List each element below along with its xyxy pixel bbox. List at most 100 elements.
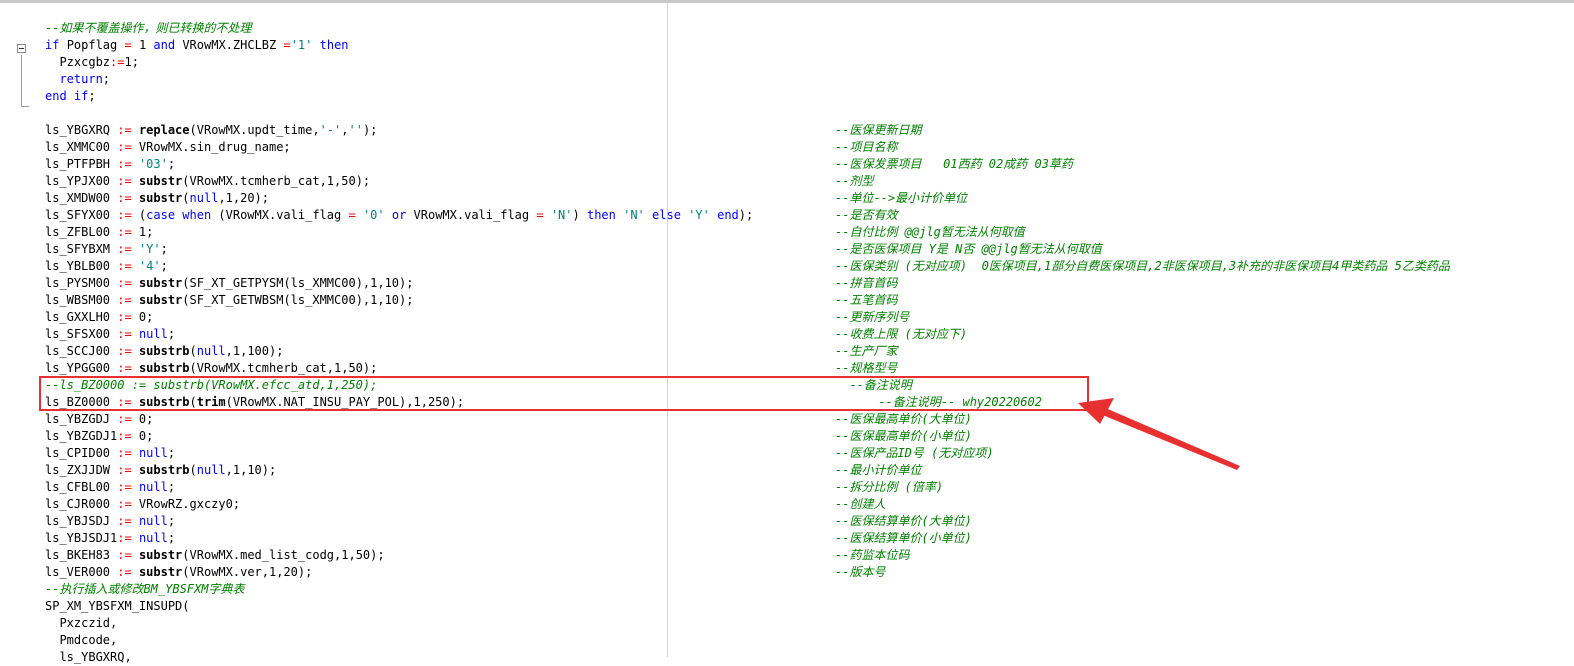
code-token: null [138,327,168,341]
code-token: 'N' [550,208,573,222]
code-token: replace [138,123,190,137]
code-token: (VRowMX.updt_time, [189,123,320,137]
code-token: ls_YBJSDJ1 [45,531,118,545]
code-token: ; [88,89,96,103]
code-token: ( [182,191,190,205]
code-token: ( [189,344,197,358]
code-token: := [117,446,132,460]
code-token: := [117,310,132,324]
code-token: := [117,497,132,511]
code-token: ls_ZFBL00 [45,225,118,239]
code-token: ls_SFYBXM [45,242,118,256]
code-token: := [117,429,132,443]
code-token: or [391,208,407,222]
code-token: ) [572,208,587,222]
code-token: and [153,38,176,52]
code-token: then [586,208,616,222]
code-token: substrb [138,344,190,358]
comment-line: --拼音首码 [835,276,898,290]
code-token: := [117,361,132,375]
comment-line: --药监本位码 [835,548,910,562]
code-token: ls_BKEH83 [45,548,118,562]
code-token: ls_XMDW00 [45,191,118,205]
code-token: SP_XM_YBSFXM_INSUPD( [45,599,190,613]
code-token: ; [160,242,168,256]
code-token: substr [138,293,183,307]
code-token: ,1,20); [218,191,270,205]
code-token: ls_SCCJ00 [45,344,118,358]
comment-line: --生产厂家 [835,344,898,358]
code-token: ); [738,208,754,222]
code-token: VRowMX.vali_flag [406,208,537,222]
code-line: ls_YBZGDJ := 0; [45,411,753,428]
code-line: ls_CPID00 := null; [45,445,753,462]
code-token: 0; [131,310,154,324]
code-line: ls_PYSM00 := substr(SF_XT_GETPYSM(ls_XMM… [45,275,753,292]
code-token: ls_YPJX00 [45,174,118,188]
comment-line: --医保发票项目 01西药 02成药 03草药 [835,157,1073,171]
code-line: ls_ZFBL00 := 1; [45,224,753,241]
code-token: := [117,259,132,273]
code-line: Pzxcgbz:=1; [45,54,753,71]
code-token: (VRowMX.tcmherb_cat,1,50); [189,361,378,375]
code-token: ls_SFYX00 [45,208,118,222]
code-token: end [717,208,739,222]
code-token: := [117,463,132,477]
code-token: := [117,293,132,307]
code-token: ls_YPGG00 [45,361,118,375]
code-line: --如果不覆盖操作，则已转换的不处理 [45,20,753,37]
code-token: = [283,38,291,52]
code-token: ls_PYSM00 [45,276,118,290]
code-token: ls_XMMC00 [45,140,118,154]
code-token: case when [146,208,212,222]
code-token: 'N' [623,208,645,222]
code-token: Pxzczid, [45,616,118,630]
code-token: ; [167,514,176,528]
code-token: ls_GXXLH0 [45,310,118,324]
code-line: ls_ZXJJDW := substrb(null,1,10); [45,462,753,479]
code-line: ls_XMMC00 := VRowMX.sin_drug_name; [45,139,753,156]
code-editor-text[interactable]: --如果不覆盖操作，则已转换的不处理 if Popflag = 1 and VRo… [45,20,753,666]
code-token: then [312,38,349,52]
code-line: ls_XMDW00 := substr(null,1,20); [45,190,753,207]
code-token: VRowMX.ZHCLBZ [175,38,284,52]
code-token: := [117,225,132,239]
code-token: 'Y' [688,208,710,222]
code-token: := [117,480,132,494]
code-token: ( [131,208,147,222]
comment-line: --版本号 [835,565,886,579]
comment-column[interactable]: --医保更新日期 --项目名称 --医保发票项目 01西药 02成药 03草药 --剂… [835,122,1450,581]
code-token: ls_YBLB00 [45,259,118,273]
code-token: (VRowMX.med_list_codg,1,50); [182,548,385,562]
code-token: ; [167,531,176,545]
code-token: 1; [131,225,154,239]
comment-line: --收费上限 (无对应下) [835,327,968,341]
code-token: := [117,123,132,137]
comment-line: --剂型 [835,174,874,188]
code-line: if Popflag = 1 and VRowMX.ZHCLBZ ='1' th… [45,37,753,54]
code-token: ,1,10); [225,463,277,477]
fold-collapse-icon[interactable] [17,44,26,53]
code-line: ls_PTFPBH := '03'; [45,156,753,173]
comment-line: --医保最高单价(大单位) [835,412,972,426]
code-token: := [117,140,132,154]
code-token: end if [45,89,89,103]
code-token: ); [362,123,378,137]
code-token: (VRowMX.vali_flag [211,208,349,222]
code-token: '' [348,123,363,137]
code-token: := [117,344,132,358]
code-line: Pmdcode, [45,632,753,649]
comment-line: --是否医保项目 Y是 N否 @@jlg暂无法从何取值 [835,242,1102,256]
code-token: ls_YBGXRQ [45,123,118,137]
code-token: ls_CFBL00 [45,480,118,494]
code-token: '03' [138,157,168,171]
code-token: --执行插入或修改BM_YBSFXM字典表 [45,582,245,596]
